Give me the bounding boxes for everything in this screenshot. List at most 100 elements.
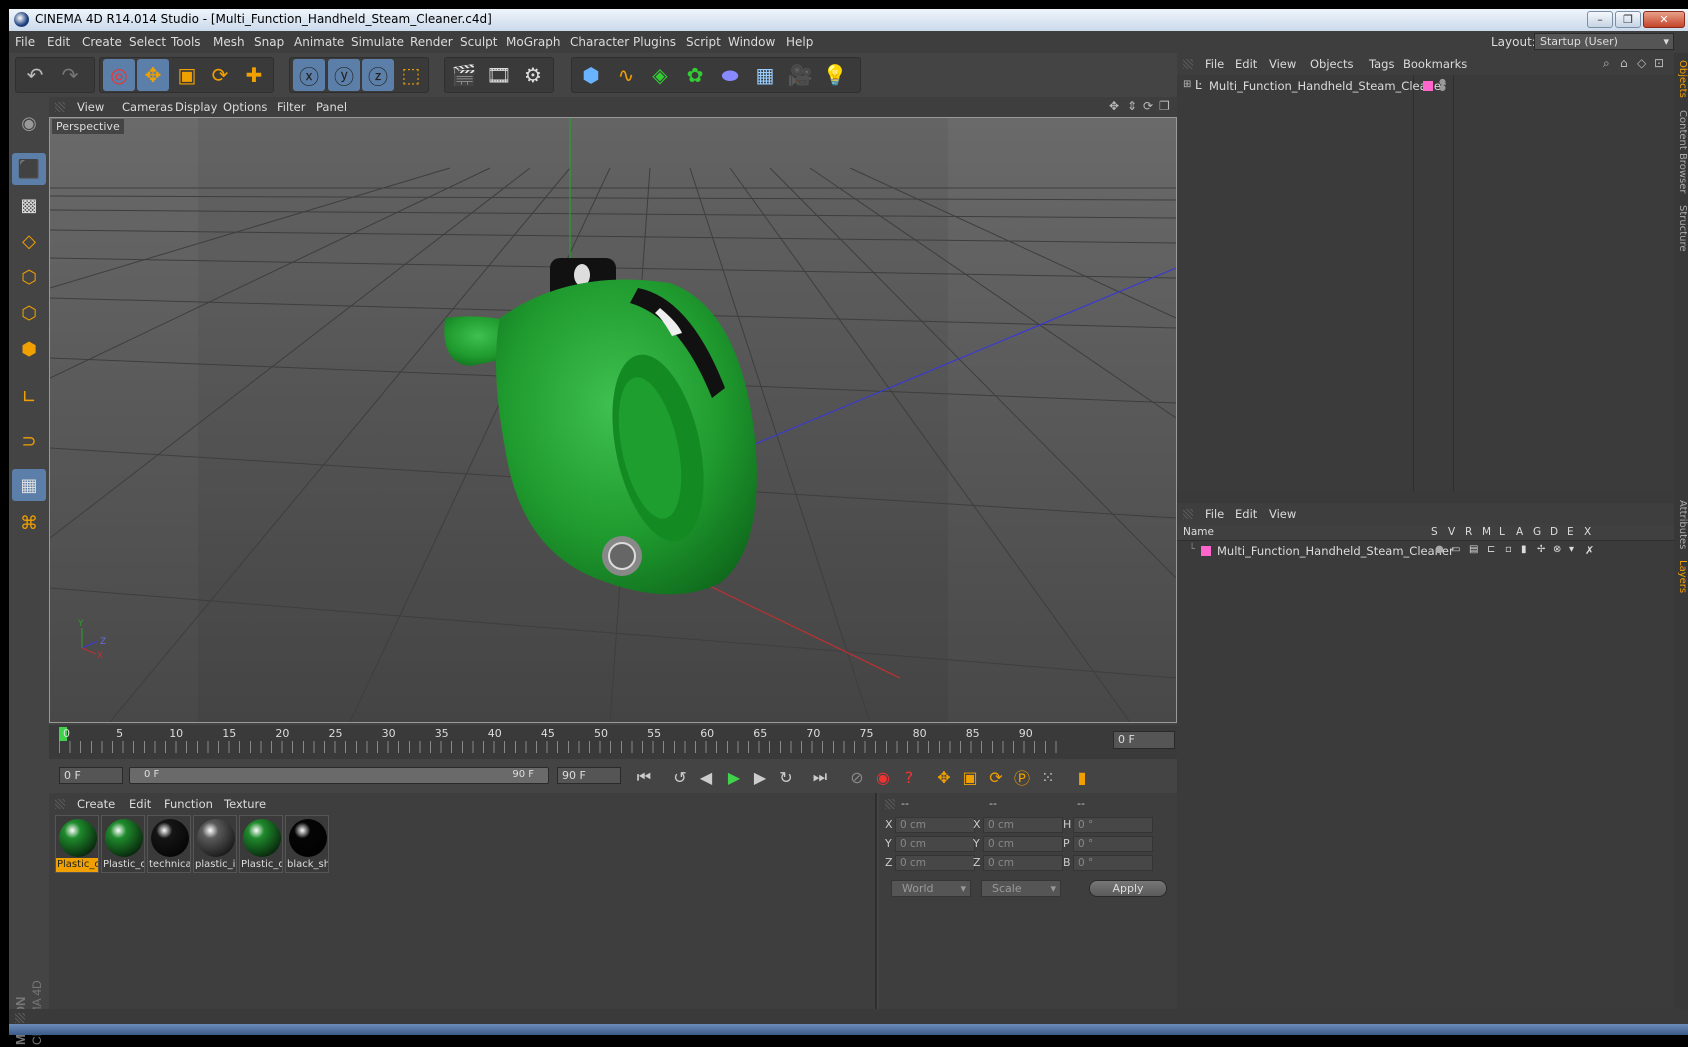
key-pla-icon[interactable]: ⁙ [1035,764,1061,790]
world-dropdown[interactable]: World ▾ [891,880,971,897]
key-rotation-icon[interactable]: ⟳ [983,764,1009,790]
xref-icon[interactable]: ✗ [1585,544,1594,557]
material-thumbnail[interactable]: Plastic_c [239,815,283,873]
next-frame-icon[interactable]: ▶ [747,764,773,790]
cube-icon[interactable]: ⬢ [575,59,607,91]
menu-render[interactable]: Render [410,35,453,49]
rotate-icon[interactable]: ⟳ [204,59,236,91]
panel-grip-icon[interactable] [885,799,895,809]
go-to-start-icon[interactable]: ⏮ [631,764,657,790]
layer-name[interactable]: Multi_Function_Handheld_Steam_Cleaner [1217,544,1454,558]
current-frame-field[interactable]: 0 F [1113,731,1175,749]
deformers-icon[interactable]: ⊗ [1553,544,1561,555]
previous-key-icon[interactable]: ↺ [667,764,693,790]
object-menu-view[interactable]: View [1269,57,1296,71]
material-menu-function[interactable]: Function [164,797,213,811]
layer-col-flag[interactable]: A [1516,526,1523,538]
menu-tools[interactable]: Tools [171,35,201,49]
minimize-button[interactable]: – [1587,11,1613,28]
scale-icon[interactable]: ▣ [171,59,203,91]
x-axis-icon[interactable]: ⓧ [293,59,325,91]
render-view-icon[interactable]: 🎬 [448,59,480,91]
render-icon[interactable]: ▤ [1469,544,1478,555]
layer-col-name[interactable]: Name [1183,526,1214,538]
edges-mode-icon[interactable]: ⬡ [12,297,46,329]
new-window-icon[interactable]: ⊡ [1654,56,1664,70]
object-name[interactable]: Multi_Function_Handheld_Steam_Cleaner [1209,79,1446,93]
material-menu-edit[interactable]: Edit [129,797,151,811]
material-thumbnail[interactable]: Plastic_c [101,815,145,873]
render-picture-viewer-icon[interactable]: 🎞 [483,59,515,91]
material-thumbnail[interactable]: technica [147,815,191,873]
layer-color-swatch[interactable] [1201,546,1211,556]
maximize-button[interactable]: ❐ [1615,11,1641,28]
expand-icon[interactable]: ⊞ [1183,79,1191,90]
object-menu-objects[interactable]: Objects [1310,57,1353,71]
layer-col-flag[interactable]: L [1499,526,1505,538]
tab-objects[interactable]: Objects [1674,59,1688,99]
layer-col-flag[interactable]: E [1567,526,1574,538]
play-icon[interactable]: ▶ [721,764,747,790]
camera-icon[interactable]: 🎥 [784,59,816,91]
axis-mode-icon[interactable]: ∟ [12,381,46,413]
previous-frame-icon[interactable]: ◀ [693,764,719,790]
layer-col-flag[interactable]: X [1584,526,1591,538]
model-mode-icon[interactable]: ⬛ [12,153,46,185]
material-menu-texture[interactable]: Texture [224,797,266,811]
viewport-menu-options[interactable]: Options [223,100,267,114]
layer-col-flag[interactable]: G [1533,526,1541,538]
material-thumbnail[interactable]: black_sh [285,815,329,873]
manager-icon[interactable]: ⊏ [1487,544,1495,555]
magnet-icon[interactable]: ⊃ [12,425,46,457]
menu-file[interactable]: File [15,35,35,49]
layer-color-tag[interactable] [1423,81,1433,91]
panel-grip-icon[interactable] [55,102,65,112]
coord-value-field[interactable]: 0 cm [983,836,1063,852]
add-icon[interactable]: ✚ [238,59,270,91]
cloner-icon[interactable]: ✿ [679,59,711,91]
go-to-end-icon[interactable]: ⏭ [807,764,833,790]
menu-create[interactable]: Create [82,35,122,49]
make-editable-icon[interactable]: ◉ [12,107,46,139]
light-icon[interactable]: 💡 [819,59,851,91]
timeline-window-icon[interactable]: ▮ [1069,764,1095,790]
layer-col-flag[interactable]: S [1431,526,1438,538]
coord-value-field[interactable]: 0 cm [895,817,975,833]
layout-select[interactable]: Startup (User) ▾ [1534,33,1674,50]
snap-icon[interactable]: ⌘ [12,507,46,539]
render-settings-icon[interactable]: ⚙ [517,59,549,91]
panel-grip-icon[interactable] [1183,59,1193,69]
viewport-menu-panel[interactable]: Panel [316,100,347,114]
nurbs-icon[interactable]: ◈ [644,59,676,91]
object-menu-edit[interactable]: Edit [1235,57,1257,71]
workplane-mode-icon[interactable]: ◇ [12,225,46,257]
move-icon[interactable]: ✥ [137,59,169,91]
menu-window[interactable]: Window [728,35,775,49]
viewport-menu-view[interactable]: View [77,100,104,114]
next-key-icon[interactable]: ↻ [773,764,799,790]
points-mode-icon[interactable]: ⬡ [12,261,46,293]
polygons-mode-icon[interactable]: ⬢ [12,333,46,365]
menu-plugins[interactable]: Plugins [633,35,676,49]
menu-mograph[interactable]: MoGraph [506,35,561,49]
viewport-menu-filter[interactable]: Filter [277,100,305,114]
animation-icon[interactable]: ▮ [1521,544,1527,555]
menu-help[interactable]: Help [786,35,813,49]
back-icon[interactable]: ◇ [1637,56,1646,70]
search-icon[interactable]: ⌕ [1603,56,1610,71]
frame-range-slider[interactable]: 0 F 90 F [129,767,549,784]
record-keys-icon[interactable]: ⊘ [844,764,870,790]
apply-button[interactable]: Apply [1089,880,1167,897]
undo-icon[interactable]: ↶ [19,59,51,91]
object-menu-bookmarks[interactable]: Bookmarks [1403,57,1467,71]
grid-lock-icon[interactable]: ▦ [12,469,46,501]
layer-col-flag[interactable]: D [1550,526,1558,538]
coord-value-field[interactable]: 0 cm [983,855,1063,871]
menu-simulate[interactable]: Simulate [351,35,404,49]
material-menu-create[interactable]: Create [77,797,115,811]
end-frame-field[interactable]: 90 F [557,767,621,784]
coord-value-field[interactable]: 0 cm [983,817,1063,833]
floor-icon[interactable]: ▦ [749,59,781,91]
viewport-zoom-icon[interactable]: ⇕ [1127,99,1137,113]
menu-script[interactable]: Script [686,35,721,49]
